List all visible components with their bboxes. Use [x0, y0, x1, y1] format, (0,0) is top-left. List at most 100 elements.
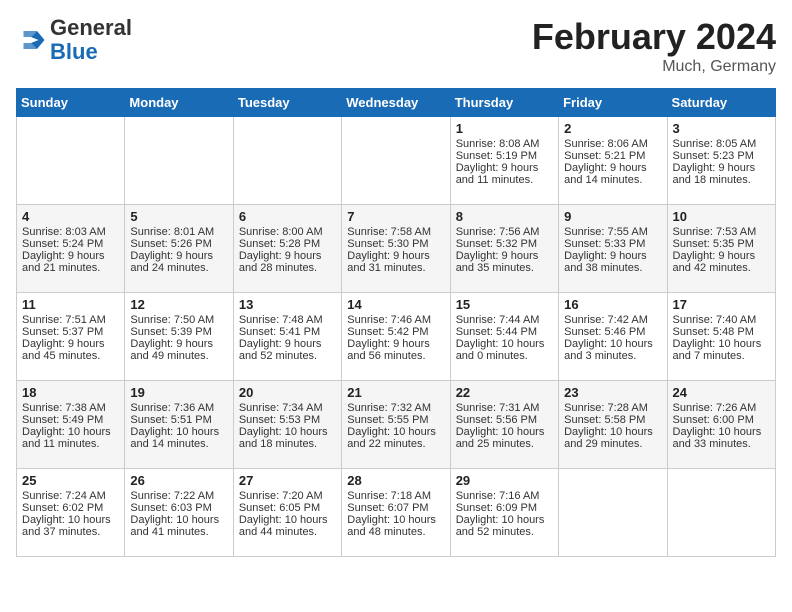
day-info-line: Sunset: 5:51 PM — [130, 414, 227, 426]
day-number: 12 — [130, 297, 227, 312]
day-number: 19 — [130, 385, 227, 400]
day-info-line: Sunset: 5:55 PM — [347, 414, 444, 426]
day-info-line: Sunset: 5:33 PM — [564, 238, 661, 250]
day-info-line: Daylight: 10 hours — [22, 426, 119, 438]
day-info-line: Sunset: 5:46 PM — [564, 326, 661, 338]
day-info-line: Sunset: 5:30 PM — [347, 238, 444, 250]
day-info-line: Daylight: 9 hours — [347, 250, 444, 262]
day-info-line: Sunrise: 7:28 AM — [564, 402, 661, 414]
day-info-line: Daylight: 10 hours — [673, 338, 770, 350]
day-info-line: Sunset: 6:00 PM — [673, 414, 770, 426]
calendar-cell: 9 Sunrise: 7:55 AMSunset: 5:33 PMDaylight… — [559, 205, 667, 293]
day-info-line: Sunrise: 7:48 AM — [239, 314, 336, 326]
day-info-line: Sunrise: 7:46 AM — [347, 314, 444, 326]
day-info-line: Sunset: 5:37 PM — [22, 326, 119, 338]
calendar-cell: 16Sunrise: 7:42 AMSunset: 5:46 PMDayligh… — [559, 293, 667, 381]
weekday-monday: Monday — [125, 89, 233, 117]
day-info-line: and 31 minutes. — [347, 262, 444, 274]
day-info-line: and 14 minutes. — [564, 174, 661, 186]
calendar-cell: 19Sunrise: 7:36 AMSunset: 5:51 PMDayligh… — [125, 381, 233, 469]
day-info-line: Daylight: 9 hours — [347, 338, 444, 350]
day-info-line: Sunset: 5:19 PM — [456, 150, 553, 162]
calendar-cell: 1Sunrise: 8:08 AMSunset: 5:19 PMDaylight… — [450, 117, 558, 205]
day-info-line: Daylight: 9 hours — [564, 250, 661, 262]
day-info-line: and 11 minutes. — [456, 174, 553, 186]
calendar-cell: 27Sunrise: 7:20 AMSunset: 6:05 PMDayligh… — [233, 469, 341, 557]
calendar-cell: 26Sunrise: 7:22 AMSunset: 6:03 PMDayligh… — [125, 469, 233, 557]
day-number: 16 — [564, 297, 661, 312]
calendar-body: 1Sunrise: 8:08 AMSunset: 5:19 PMDaylight… — [17, 117, 776, 557]
calendar-title: February 2024 — [532, 16, 776, 58]
day-info-line: Sunset: 5:28 PM — [239, 238, 336, 250]
weekday-header-row: SundayMondayTuesdayWednesdayThursdayFrid… — [17, 89, 776, 117]
day-info-line: Sunrise: 7:34 AM — [239, 402, 336, 414]
day-info-line: and 44 minutes. — [239, 526, 336, 538]
calendar-cell — [17, 117, 125, 205]
calendar-cell: 2Sunrise: 8:06 AMSunset: 5:21 PMDaylight… — [559, 117, 667, 205]
weekday-sunday: Sunday — [17, 89, 125, 117]
day-info-line: Sunrise: 8:00 AM — [239, 226, 336, 238]
day-info-line: Daylight: 10 hours — [239, 426, 336, 438]
calendar-cell: 14Sunrise: 7:46 AMSunset: 5:42 PMDayligh… — [342, 293, 450, 381]
calendar-cell: 20Sunrise: 7:34 AMSunset: 5:53 PMDayligh… — [233, 381, 341, 469]
logo-general-text: General — [50, 15, 132, 40]
day-number: 7 — [347, 209, 444, 224]
day-info-line: Sunrise: 7:32 AM — [347, 402, 444, 414]
day-number: 23 — [564, 385, 661, 400]
day-number: 9 — [564, 209, 661, 224]
day-info-line: Sunrise: 8:03 AM — [22, 226, 119, 238]
calendar-cell: 5Sunrise: 8:01 AMSunset: 5:26 PMDaylight… — [125, 205, 233, 293]
day-info-line: Sunrise: 8:05 AM — [673, 138, 770, 150]
day-info-line: Sunrise: 7:56 AM — [456, 226, 553, 238]
day-info-line: and 3 minutes. — [564, 350, 661, 362]
weekday-thursday: Thursday — [450, 89, 558, 117]
calendar-week-3: 11Sunrise: 7:51 AMSunset: 5:37 PMDayligh… — [17, 293, 776, 381]
calendar-cell: 13Sunrise: 7:48 AMSunset: 5:41 PMDayligh… — [233, 293, 341, 381]
day-info-line: Sunrise: 7:44 AM — [456, 314, 553, 326]
day-number: 15 — [456, 297, 553, 312]
day-info-line: and 18 minutes. — [673, 174, 770, 186]
day-info-line: Sunset: 5:35 PM — [673, 238, 770, 250]
day-info-line: and 11 minutes. — [22, 438, 119, 450]
calendar-cell — [342, 117, 450, 205]
page-header: General Blue February 2024 Much, Germany — [16, 16, 776, 76]
calendar-cell: 22Sunrise: 7:31 AMSunset: 5:56 PMDayligh… — [450, 381, 558, 469]
day-info-line: Sunset: 5:53 PM — [239, 414, 336, 426]
day-info-line: Sunset: 5:26 PM — [130, 238, 227, 250]
day-info-line: Sunrise: 7:55 AM — [564, 226, 661, 238]
calendar-cell — [125, 117, 233, 205]
day-info-line: Sunset: 5:39 PM — [130, 326, 227, 338]
calendar-cell — [233, 117, 341, 205]
day-number: 24 — [673, 385, 770, 400]
day-info-line: Sunset: 5:49 PM — [22, 414, 119, 426]
weekday-wednesday: Wednesday — [342, 89, 450, 117]
day-info-line: and 21 minutes. — [22, 262, 119, 274]
day-info-line: Sunrise: 8:01 AM — [130, 226, 227, 238]
day-number: 8 — [456, 209, 553, 224]
day-info-line: Daylight: 10 hours — [347, 426, 444, 438]
day-number: 3 — [673, 121, 770, 136]
calendar-cell: 24Sunrise: 7:26 AMSunset: 6:00 PMDayligh… — [667, 381, 775, 469]
day-number: 22 — [456, 385, 553, 400]
day-info-line: Daylight: 10 hours — [456, 514, 553, 526]
day-info-line: and 25 minutes. — [456, 438, 553, 450]
day-info-line: Daylight: 9 hours — [673, 250, 770, 262]
day-number: 4 — [22, 209, 119, 224]
day-info-line: Sunrise: 8:06 AM — [564, 138, 661, 150]
day-info-line: Sunrise: 7:50 AM — [130, 314, 227, 326]
calendar-cell: 25Sunrise: 7:24 AMSunset: 6:02 PMDayligh… — [17, 469, 125, 557]
day-info-line: Daylight: 9 hours — [239, 250, 336, 262]
calendar-cell: 10Sunrise: 7:53 AMSunset: 5:35 PMDayligh… — [667, 205, 775, 293]
calendar-cell: 6Sunrise: 8:00 AMSunset: 5:28 PMDaylight… — [233, 205, 341, 293]
day-info-line: Sunrise: 8:08 AM — [456, 138, 553, 150]
calendar-location: Much, Germany — [532, 58, 776, 76]
day-number: 17 — [673, 297, 770, 312]
day-info-line: Sunset: 6:03 PM — [130, 502, 227, 514]
calendar-cell: 18Sunrise: 7:38 AMSunset: 5:49 PMDayligh… — [17, 381, 125, 469]
day-info-line: Daylight: 10 hours — [673, 426, 770, 438]
day-info-line: and 38 minutes. — [564, 262, 661, 274]
title-block: February 2024 Much, Germany — [532, 16, 776, 76]
day-info-line: Sunset: 5:41 PM — [239, 326, 336, 338]
calendar-cell: 23Sunrise: 7:28 AMSunset: 5:58 PMDayligh… — [559, 381, 667, 469]
day-info-line: and 29 minutes. — [564, 438, 661, 450]
